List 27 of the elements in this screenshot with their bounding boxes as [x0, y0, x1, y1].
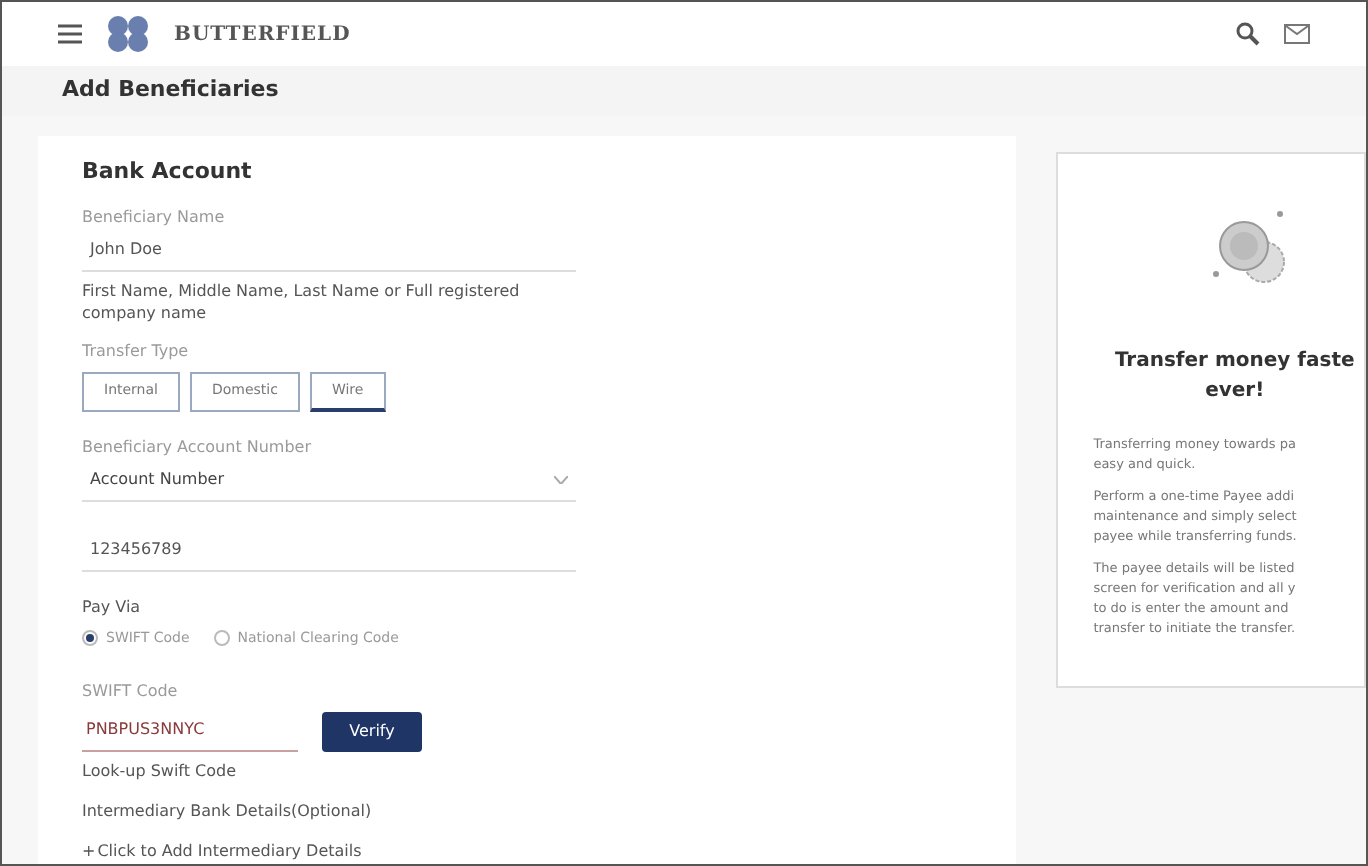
menu-icon[interactable]: [58, 24, 82, 45]
verify-button[interactable]: Verify: [322, 712, 422, 752]
mail-icon[interactable]: [1284, 24, 1310, 45]
field-label: Beneficiary Account Number: [82, 435, 314, 459]
field-label: SWIFT Code: [82, 680, 180, 704]
account-dropdown[interactable]: Account Number: [82, 467, 576, 501]
radio-button[interactable]: [213, 629, 230, 646]
brand-name: BUTTERFIELD: [174, 21, 351, 50]
panel-title: Transfer money faste: [1114, 348, 1355, 376]
logo-icon: [106, 14, 150, 55]
field-label: Beneficiary Name: [82, 205, 227, 229]
panel-title: ever!: [1205, 378, 1265, 406]
section-heading: Bank Account: [82, 156, 254, 188]
name-input[interactable]: John Doe: [82, 237, 576, 271]
add-intermediary-link[interactable]: Click to Add Intermediary Details: [97, 840, 362, 864]
lookup-link[interactable]: Look-up Swift Code: [82, 760, 576, 784]
hint-text: First Name, Middle Name, Last Name or Full registered company name: [82, 279, 522, 323]
chevron-icon: [553, 475, 568, 483]
field-label: Transfer Type: [82, 339, 191, 363]
radio-button[interactable]: [82, 629, 98, 646]
account-input[interactable]: 123456789: [82, 537, 576, 571]
search-icon[interactable]: [1236, 22, 1260, 47]
swift-input[interactable]: PNBPUS3NNYC: [82, 718, 298, 752]
field-label: Pay Via: [82, 595, 143, 619]
plus-icon: +: [82, 840, 96, 864]
section-label: Intermediary Bank Details(Optional): [82, 800, 374, 824]
page-title: Add Beneficiaries: [62, 74, 279, 107]
